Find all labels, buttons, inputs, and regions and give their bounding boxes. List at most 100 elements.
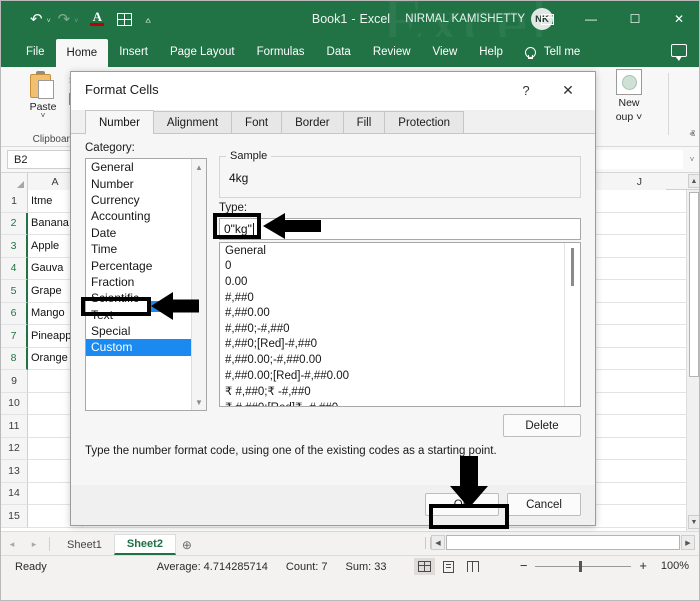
ribbon-tab-file[interactable]: File: [15, 37, 56, 67]
category-item-general[interactable]: General: [86, 159, 191, 175]
normal-view-icon[interactable]: [414, 558, 436, 575]
undo-dropdown-caret[interactable]: ˅: [46, 14, 55, 25]
ribbon-tab-data[interactable]: Data: [316, 37, 362, 67]
tell-me-search[interactable]: Tell me: [514, 37, 591, 67]
row-header-4[interactable]: 4: [1, 257, 28, 280]
font-color-icon[interactable]: A: [87, 7, 107, 31]
category-listbox[interactable]: General Number Currency Accounting Date …: [85, 158, 207, 411]
page-break-view-icon[interactable]: [462, 558, 483, 575]
scroll-left-button[interactable]: ◀: [431, 535, 445, 550]
zoom-slider[interactable]: [535, 560, 632, 572]
paste-button[interactable]: Paste ˅: [19, 70, 67, 120]
category-scroll-up-icon[interactable]: ▲: [193, 160, 205, 174]
ribbon-tab-home[interactable]: Home: [55, 39, 109, 67]
category-scroll-down-icon[interactable]: ▼: [193, 395, 205, 409]
maximize-button[interactable]: ☐: [613, 1, 657, 37]
zoom-level-label[interactable]: 100%: [655, 560, 689, 572]
minimize-button[interactable]: —: [569, 1, 613, 37]
category-item-fraction[interactable]: Fraction: [86, 274, 191, 290]
paste-dropdown-caret[interactable]: ˅: [41, 112, 46, 120]
type-scroll-thumb[interactable]: [571, 248, 574, 286]
ribbon-tab-view[interactable]: View: [422, 37, 469, 67]
tab-border[interactable]: Border: [281, 111, 344, 134]
scroll-up-button[interactable]: ▲: [688, 174, 699, 188]
row-header-7[interactable]: 7: [1, 325, 28, 348]
row-header-12[interactable]: 12: [1, 437, 28, 460]
tab-number[interactable]: Number: [85, 110, 154, 134]
tab-font[interactable]: Font: [231, 111, 283, 134]
category-item-currency[interactable]: Currency: [86, 192, 191, 208]
select-all-corner[interactable]: [1, 173, 28, 190]
redo-dropdown-caret[interactable]: ˅: [73, 14, 82, 25]
scroll-right-button[interactable]: ▶: [681, 535, 695, 550]
category-item-date[interactable]: Date: [86, 225, 191, 241]
scroll-down-button[interactable]: ▼: [688, 515, 699, 529]
row-header-2[interactable]: 2: [1, 212, 28, 235]
ribbon-display-options-icon[interactable]: [525, 1, 569, 37]
type-scrollbar[interactable]: [564, 243, 580, 406]
collapse-ribbon-icon[interactable]: ⱏ: [690, 129, 695, 142]
row-header-6[interactable]: 6: [1, 302, 28, 325]
category-item-special[interactable]: Special: [86, 323, 191, 339]
type-listbox[interactable]: General 0 0.00 #,##0 #,##0.00 #,##0;-#,#…: [219, 242, 581, 407]
ribbon-tab-help[interactable]: Help: [468, 37, 514, 67]
horizontal-scroll-thumb[interactable]: [446, 535, 680, 550]
sheet-next-arrow[interactable]: ▸: [23, 539, 45, 555]
delete-button[interactable]: Delete: [503, 414, 581, 437]
zoom-out-button[interactable]: −: [520, 559, 528, 572]
tab-protection[interactable]: Protection: [384, 111, 465, 134]
borders-icon[interactable]: [114, 7, 135, 31]
category-item-custom[interactable]: Custom: [86, 339, 191, 356]
sheet-tab-sheet1[interactable]: Sheet1: [55, 534, 114, 555]
row-header-9[interactable]: 9: [1, 370, 28, 393]
vertical-scroll-thumb[interactable]: [689, 192, 699, 377]
category-scrollbar[interactable]: ▲ ▼: [191, 159, 206, 410]
type-item-4[interactable]: #,##0.00: [220, 305, 564, 321]
ribbon-tab-review[interactable]: Review: [362, 37, 422, 67]
help-icon[interactable]: ?: [515, 80, 537, 100]
type-item-8[interactable]: #,##0.00;[Red]-#,##0.00: [220, 368, 564, 384]
row-header-5[interactable]: 5: [1, 280, 28, 303]
type-item-5[interactable]: #,##0;-#,##0: [220, 321, 564, 337]
row-header-14[interactable]: 14: [1, 482, 28, 505]
type-item-1[interactable]: 0: [220, 259, 564, 275]
ribbon-tab-formulas[interactable]: Formulas: [246, 37, 316, 67]
type-item-7[interactable]: #,##0.00;-#,##0.00: [220, 352, 564, 368]
ribbon-tab-insert[interactable]: Insert: [108, 37, 159, 67]
tab-fill[interactable]: Fill: [342, 111, 386, 134]
type-input[interactable]: 0"kg": [219, 218, 581, 240]
row-header-13[interactable]: 13: [1, 460, 28, 483]
zoom-slider-thumb[interactable]: [579, 560, 583, 572]
row-header-3[interactable]: 3: [1, 235, 28, 258]
type-item-6[interactable]: #,##0;[Red]-#,##0: [220, 337, 564, 353]
category-item-accounting[interactable]: Accounting: [86, 208, 191, 224]
ok-button[interactable]: OK: [425, 493, 499, 516]
category-item-percentage[interactable]: Percentage: [86, 257, 191, 273]
category-item-number[interactable]: Number: [86, 175, 191, 191]
vertical-scrollbar[interactable]: ▲ ▼: [686, 174, 699, 531]
customize-qat-caret[interactable]: ⩟: [144, 13, 154, 26]
type-item-9[interactable]: ₹ #,##0;₹ -#,##0: [220, 383, 564, 399]
type-item-3[interactable]: #,##0: [220, 290, 564, 306]
expand-formula-bar-icon[interactable]: ˅: [683, 155, 699, 164]
close-button[interactable]: ✕: [657, 1, 699, 37]
cell-style-swatch[interactable]: [616, 69, 642, 95]
group-caret[interactable]: ˅: [636, 111, 642, 123]
add-sheet-button[interactable]: ⊕: [176, 534, 198, 555]
close-icon[interactable]: ✕: [557, 80, 579, 100]
ribbon-tab-page-layout[interactable]: Page Layout: [159, 37, 246, 67]
zoom-in-button[interactable]: +: [639, 559, 647, 572]
type-item-2[interactable]: 0.00: [220, 274, 564, 290]
horizontal-scrollbar[interactable]: ◀ ▶: [425, 534, 695, 551]
category-item-time[interactable]: Time: [86, 241, 191, 257]
type-item-10[interactable]: ₹ #,##0;[Red]₹ -#,##0: [220, 399, 564, 406]
name-box[interactable]: B2: [7, 150, 75, 169]
tab-alignment[interactable]: Alignment: [152, 111, 233, 134]
page-layout-view-icon[interactable]: [438, 558, 459, 575]
row-header-11[interactable]: 11: [1, 415, 28, 438]
row-header-1[interactable]: 1: [1, 190, 28, 213]
redo-icon[interactable]: ↷: [55, 7, 74, 31]
comments-icon[interactable]: [671, 44, 687, 61]
sheet-tab-sheet2[interactable]: Sheet2: [113, 534, 176, 555]
row-header-10[interactable]: 10: [1, 392, 28, 415]
